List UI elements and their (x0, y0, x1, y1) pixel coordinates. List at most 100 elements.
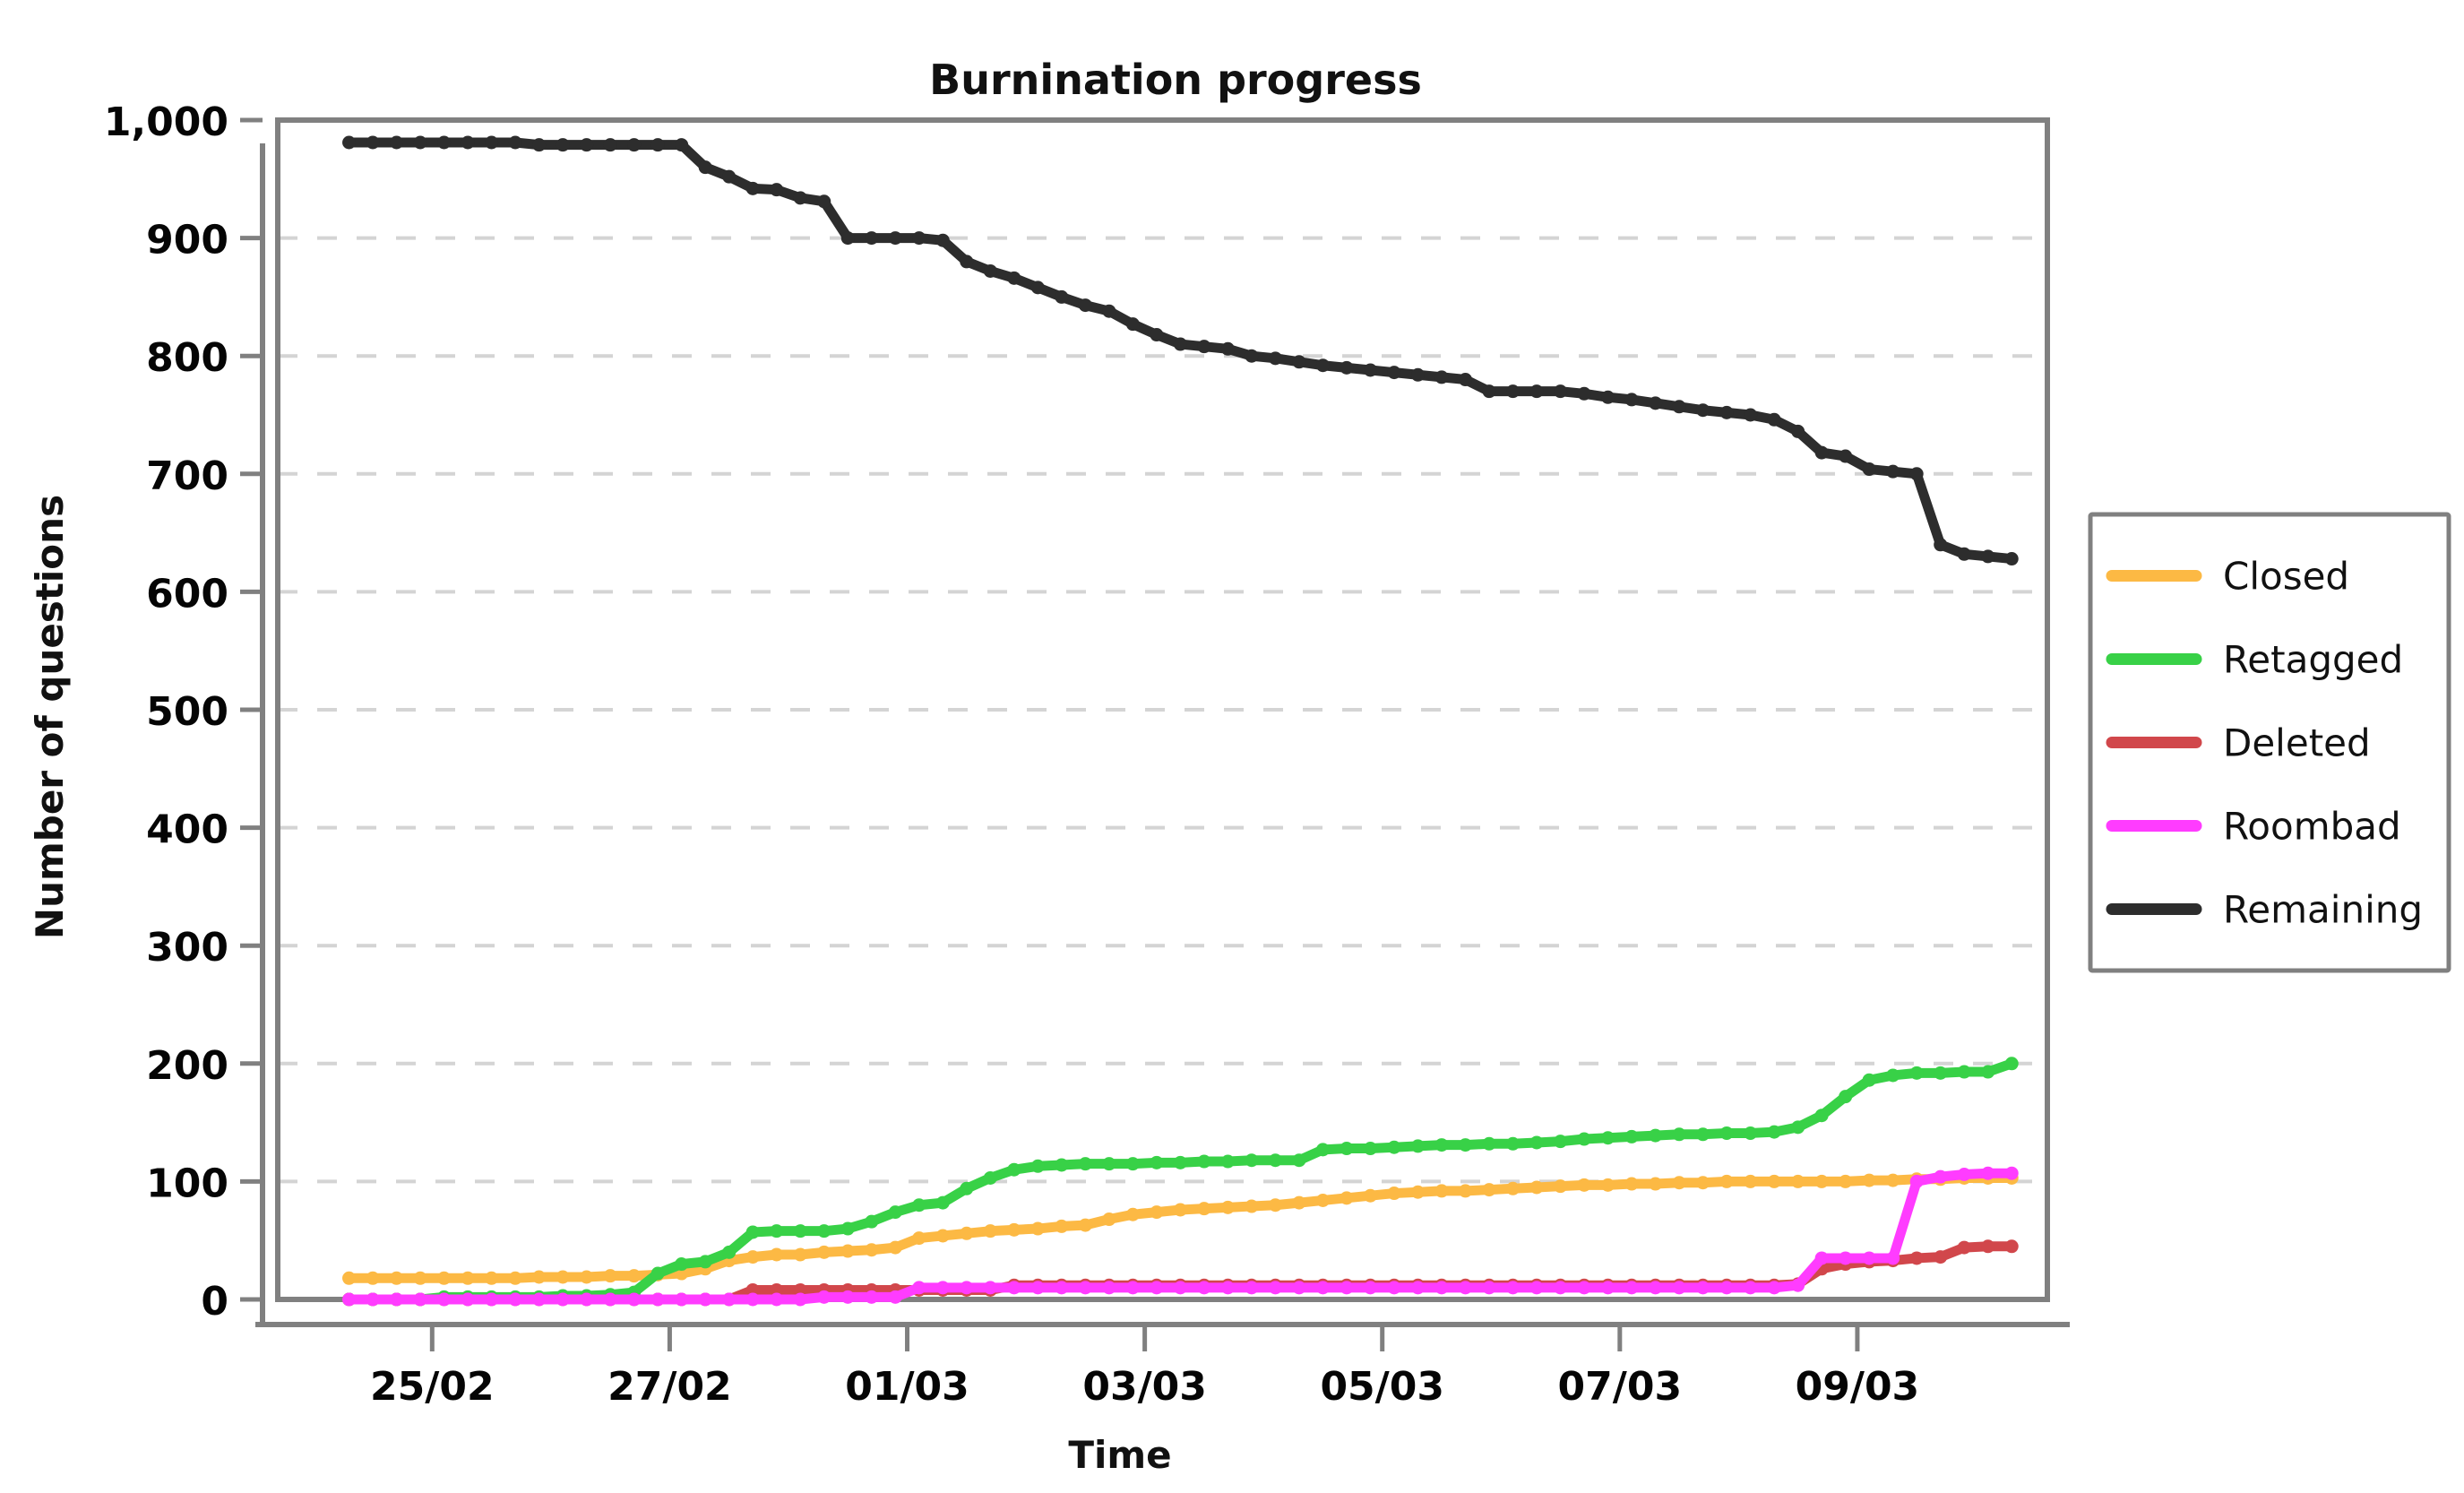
series-marker (912, 1281, 926, 1295)
series-marker (1744, 1174, 1758, 1188)
series-marker (1102, 1281, 1116, 1295)
series-marker (437, 1271, 452, 1285)
legend-label-roombad[interactable]: Roombad (2223, 805, 2401, 849)
series-marker (1744, 1281, 1758, 1295)
y-tick-label: 400 (146, 807, 228, 853)
legend-label-remaining[interactable]: Remaining (2223, 888, 2423, 932)
series-marker (1197, 340, 1211, 354)
x-tick-label: 09/03 (1796, 1364, 1920, 1410)
series-marker (888, 1290, 902, 1304)
series-marker (983, 1224, 997, 1238)
series-marker (2004, 1239, 2019, 1254)
series-marker (1173, 1203, 1187, 1217)
series-marker (1434, 1138, 1449, 1152)
series-marker (1957, 547, 1971, 561)
series-marker (1459, 1281, 1472, 1295)
burnination-progress-chart: 0 100 200 300 400 500 600 700 800 900 1,000 25/02 2… (0, 0, 2464, 1493)
series-marker (1055, 1219, 1069, 1233)
series-marker (1506, 1181, 1521, 1195)
series-marker (722, 169, 737, 184)
series-marker (983, 263, 997, 278)
series-marker (1220, 1154, 1235, 1169)
series-marker (1434, 1281, 1449, 1295)
series-marker (2004, 552, 2019, 566)
series-marker (1030, 280, 1045, 295)
series-marker (1839, 1174, 1853, 1188)
series-marker (1363, 1142, 1377, 1156)
chart-legend: Closed Retagged Deleted Roombad Remaining (2088, 512, 2451, 973)
series-marker (532, 1292, 547, 1307)
series-marker (366, 135, 380, 150)
series-marker (627, 1292, 642, 1307)
series-marker (1245, 1199, 1259, 1213)
series-marker (1410, 1185, 1425, 1199)
series-marker (1719, 405, 1734, 419)
series-marker (1363, 1281, 1377, 1295)
series-marker (1173, 337, 1187, 351)
series-marker (1150, 1155, 1164, 1169)
series-marker (865, 1243, 879, 1257)
series-marker (935, 1195, 950, 1210)
series-marker (840, 1290, 855, 1304)
series-marker (1814, 1109, 1829, 1123)
series-marker (770, 183, 784, 197)
series-marker (1624, 1129, 1639, 1143)
series-marker (1957, 1065, 1971, 1079)
series-marker (342, 135, 357, 150)
legend-label-closed[interactable]: Closed (2223, 555, 2349, 599)
series-marker (532, 138, 547, 152)
series-marker (793, 1224, 807, 1238)
series-marker (1007, 271, 1021, 285)
series-marker (1125, 1281, 1140, 1295)
y-tick-label: 100 (146, 1161, 228, 1206)
series-marker (1862, 1173, 1876, 1187)
series-marker (1981, 1239, 1995, 1254)
x-tick-label: 03/03 (1082, 1364, 1207, 1410)
series-marker (1909, 1066, 1924, 1080)
series-marker (698, 1255, 712, 1269)
legend-label-deleted[interactable]: Deleted (2223, 721, 2371, 765)
series-marker (1150, 1281, 1164, 1295)
series-marker (698, 160, 712, 175)
series-marker (1220, 1200, 1235, 1214)
series-marker (1791, 1120, 1805, 1135)
series-marker (1173, 1281, 1187, 1295)
series-marker (1672, 1281, 1686, 1295)
series-marker (485, 1271, 499, 1285)
series-marker (1981, 549, 1995, 564)
series-marker (888, 231, 902, 246)
series-marker (1909, 1251, 1924, 1265)
series-marker (1268, 351, 1282, 366)
series-marker (1862, 1251, 1876, 1265)
series-marker (1649, 1281, 1663, 1295)
series-marker (722, 1245, 737, 1259)
series-marker (935, 233, 950, 247)
series-marker (1934, 1066, 1948, 1080)
y-tick-label: 200 (146, 1043, 228, 1089)
series-marker (1340, 1281, 1354, 1295)
series-marker (1102, 1213, 1116, 1227)
series-marker (1981, 1065, 1995, 1079)
legend-label-retagged[interactable]: Retagged (2223, 638, 2403, 682)
series-marker (1554, 384, 1568, 399)
series-marker (1814, 1251, 1829, 1265)
series-marker (1814, 1174, 1829, 1188)
series-marker (1886, 1068, 1900, 1083)
series-marker (1909, 467, 1924, 481)
series-marker (1340, 1191, 1354, 1205)
series-marker (1529, 1281, 1544, 1295)
series-marker (556, 138, 570, 152)
series-marker (1577, 1281, 1591, 1295)
y-axis-title: Number of questions (28, 495, 72, 939)
series-marker (817, 1224, 831, 1238)
series-marker (603, 138, 617, 152)
series-marker (1268, 1198, 1282, 1213)
series-marker (1197, 1281, 1211, 1295)
x-tick-label: 07/03 (1558, 1364, 1683, 1410)
series-marker (1434, 370, 1449, 384)
series-marker (1245, 1153, 1259, 1168)
series-marker (1197, 1202, 1211, 1216)
y-tick-label: 300 (146, 925, 228, 971)
series-marker (1007, 1222, 1021, 1237)
series-marker (817, 194, 831, 209)
